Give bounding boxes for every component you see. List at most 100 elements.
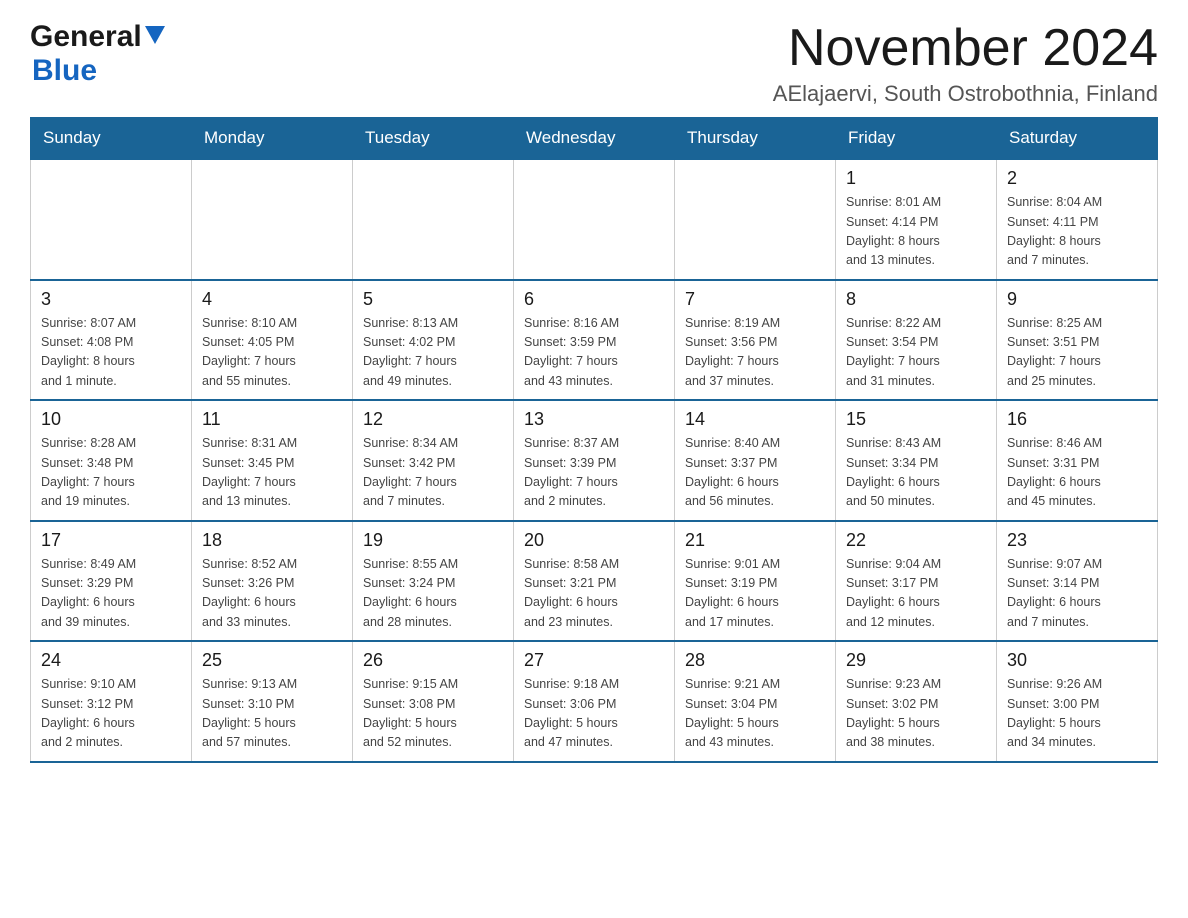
day-number: 26 [363,650,503,671]
day-info: Sunrise: 9:04 AM Sunset: 3:17 PM Dayligh… [846,555,986,633]
calendar-cell: 4Sunrise: 8:10 AM Sunset: 4:05 PM Daylig… [192,280,353,401]
calendar-cell: 6 Sunrise: 8:16 AM Sunset: 3:59 PM Daylig… [514,280,675,401]
calendar-cell: 14Sunrise: 8:40 AM Sunset: 3:37 PM Dayli… [675,400,836,521]
day-info: Sunrise: 8:37 AM Sunset: 3:39 PM Dayligh… [524,434,664,512]
day-info: Sunrise: 8:28 AM Sunset: 3:48 PM Dayligh… [41,434,181,512]
day-info: Sunrise: 8:19 AM Sunset: 3:56 PM Dayligh… [685,314,825,392]
calendar-cell: 24 Sunrise: 9:10 AM Sunset: 3:12 PM Dayli… [31,641,192,762]
month-title: November 2024 [773,20,1158,77]
calendar-week-5: 24 Sunrise: 9:10 AM Sunset: 3:12 PM Dayli… [31,641,1158,762]
day-info: Sunrise: 9:10 AM Sunset: 3:12 PM Dayligh… [41,675,181,753]
day-number: 7 [685,289,825,310]
calendar-cell: 26 Sunrise: 9:15 AM Sunset: 3:08 PM Dayli… [353,641,514,762]
col-header-friday: Friday [836,118,997,160]
day-info: Sunrise: 8:31 AM Sunset: 3:45 PM Dayligh… [202,434,342,512]
calendar-cell: 10 Sunrise: 8:28 AM Sunset: 3:48 PM Dayli… [31,400,192,521]
day-info: Sunrise: 8:52 AM Sunset: 3:26 PM Dayligh… [202,555,342,633]
calendar-cell: 29 Sunrise: 9:23 AM Sunset: 3:02 PM Dayli… [836,641,997,762]
logo-blue: Blue [32,54,97,87]
day-info: Sunrise: 8:46 AM Sunset: 3:31 PM Dayligh… [1007,434,1147,512]
calendar-table: SundayMondayTuesdayWednesdayThursdayFrid… [30,117,1158,763]
calendar-cell: 2 Sunrise: 8:04 AM Sunset: 4:11 PM Daylig… [997,159,1158,280]
calendar-cell: 19 Sunrise: 8:55 AM Sunset: 3:24 PM Dayli… [353,521,514,642]
calendar-cell: 28 Sunrise: 9:21 AM Sunset: 3:04 PM Dayli… [675,641,836,762]
day-info: Sunrise: 8:01 AM Sunset: 4:14 PM Dayligh… [846,193,986,271]
calendar-week-3: 10 Sunrise: 8:28 AM Sunset: 3:48 PM Dayli… [31,400,1158,521]
day-info: Sunrise: 8:34 AM Sunset: 3:42 PM Dayligh… [363,434,503,512]
calendar-week-2: 3Sunrise: 8:07 AM Sunset: 4:08 PM Daylig… [31,280,1158,401]
day-info: Sunrise: 8:22 AM Sunset: 3:54 PM Dayligh… [846,314,986,392]
calendar-cell: 18 Sunrise: 8:52 AM Sunset: 3:26 PM Dayli… [192,521,353,642]
day-number: 17 [41,530,181,551]
day-number: 29 [846,650,986,671]
day-info: Sunrise: 9:13 AM Sunset: 3:10 PM Dayligh… [202,675,342,753]
day-number: 23 [1007,530,1147,551]
day-number: 28 [685,650,825,671]
day-info: Sunrise: 9:18 AM Sunset: 3:06 PM Dayligh… [524,675,664,753]
calendar-cell: 21 Sunrise: 9:01 AM Sunset: 3:19 PM Dayli… [675,521,836,642]
day-number: 2 [1007,168,1147,189]
calendar-cell: 16 Sunrise: 8:46 AM Sunset: 3:31 PM Dayli… [997,400,1158,521]
day-number: 27 [524,650,664,671]
day-number: 11 [202,409,342,430]
day-info: Sunrise: 8:55 AM Sunset: 3:24 PM Dayligh… [363,555,503,633]
day-number: 12 [363,409,503,430]
day-info: Sunrise: 8:40 AM Sunset: 3:37 PM Dayligh… [685,434,825,512]
day-info: Sunrise: 9:01 AM Sunset: 3:19 PM Dayligh… [685,555,825,633]
calendar-cell [514,159,675,280]
day-number: 18 [202,530,342,551]
calendar-cell: 1 Sunrise: 8:01 AM Sunset: 4:14 PM Daylig… [836,159,997,280]
calendar-cell: 17Sunrise: 8:49 AM Sunset: 3:29 PM Dayli… [31,521,192,642]
day-info: Sunrise: 8:04 AM Sunset: 4:11 PM Dayligh… [1007,193,1147,271]
calendar-cell: 27 Sunrise: 9:18 AM Sunset: 3:06 PM Dayli… [514,641,675,762]
page-header: General Blue November 2024 AElajaervi, S… [30,20,1158,107]
title-section: November 2024 AElajaervi, South Ostrobot… [773,20,1158,107]
calendar-cell: 8 Sunrise: 8:22 AM Sunset: 3:54 PM Daylig… [836,280,997,401]
day-number: 16 [1007,409,1147,430]
calendar-cell: 22Sunrise: 9:04 AM Sunset: 3:17 PM Dayli… [836,521,997,642]
day-info: Sunrise: 8:25 AM Sunset: 3:51 PM Dayligh… [1007,314,1147,392]
location-title: AElajaervi, South Ostrobothnia, Finland [773,81,1158,107]
calendar-cell: 12 Sunrise: 8:34 AM Sunset: 3:42 PM Dayli… [353,400,514,521]
day-number: 8 [846,289,986,310]
day-info: Sunrise: 9:15 AM Sunset: 3:08 PM Dayligh… [363,675,503,753]
logo: General Blue [30,20,165,88]
col-header-thursday: Thursday [675,118,836,160]
day-number: 19 [363,530,503,551]
calendar-week-4: 17Sunrise: 8:49 AM Sunset: 3:29 PM Dayli… [31,521,1158,642]
calendar-cell: 25Sunrise: 9:13 AM Sunset: 3:10 PM Dayli… [192,641,353,762]
day-info: Sunrise: 8:58 AM Sunset: 3:21 PM Dayligh… [524,555,664,633]
day-info: Sunrise: 8:43 AM Sunset: 3:34 PM Dayligh… [846,434,986,512]
day-number: 24 [41,650,181,671]
calendar-cell: 3Sunrise: 8:07 AM Sunset: 4:08 PM Daylig… [31,280,192,401]
day-info: Sunrise: 8:07 AM Sunset: 4:08 PM Dayligh… [41,314,181,392]
calendar-cell: 30Sunrise: 9:26 AM Sunset: 3:00 PM Dayli… [997,641,1158,762]
calendar-cell: 11 Sunrise: 8:31 AM Sunset: 3:45 PM Dayli… [192,400,353,521]
calendar-cell: 13 Sunrise: 8:37 AM Sunset: 3:39 PM Dayli… [514,400,675,521]
day-number: 21 [685,530,825,551]
col-header-saturday: Saturday [997,118,1158,160]
day-number: 9 [1007,289,1147,310]
day-info: Sunrise: 9:21 AM Sunset: 3:04 PM Dayligh… [685,675,825,753]
col-header-sunday: Sunday [31,118,192,160]
day-info: Sunrise: 9:07 AM Sunset: 3:14 PM Dayligh… [1007,555,1147,633]
day-number: 13 [524,409,664,430]
day-number: 20 [524,530,664,551]
calendar-cell: 7 Sunrise: 8:19 AM Sunset: 3:56 PM Daylig… [675,280,836,401]
col-header-wednesday: Wednesday [514,118,675,160]
day-number: 6 [524,289,664,310]
calendar-cell: 5Sunrise: 8:13 AM Sunset: 4:02 PM Daylig… [353,280,514,401]
day-number: 10 [41,409,181,430]
day-info: Sunrise: 8:16 AM Sunset: 3:59 PM Dayligh… [524,314,664,392]
day-info: Sunrise: 9:23 AM Sunset: 3:02 PM Dayligh… [846,675,986,753]
calendar-cell: 20 Sunrise: 8:58 AM Sunset: 3:21 PM Dayli… [514,521,675,642]
logo-general: General [30,20,142,54]
day-number: 1 [846,168,986,189]
col-header-monday: Monday [192,118,353,160]
day-info: Sunrise: 9:26 AM Sunset: 3:00 PM Dayligh… [1007,675,1147,753]
calendar-cell [31,159,192,280]
day-number: 15 [846,409,986,430]
col-header-tuesday: Tuesday [353,118,514,160]
day-number: 5 [363,289,503,310]
calendar-cell [192,159,353,280]
